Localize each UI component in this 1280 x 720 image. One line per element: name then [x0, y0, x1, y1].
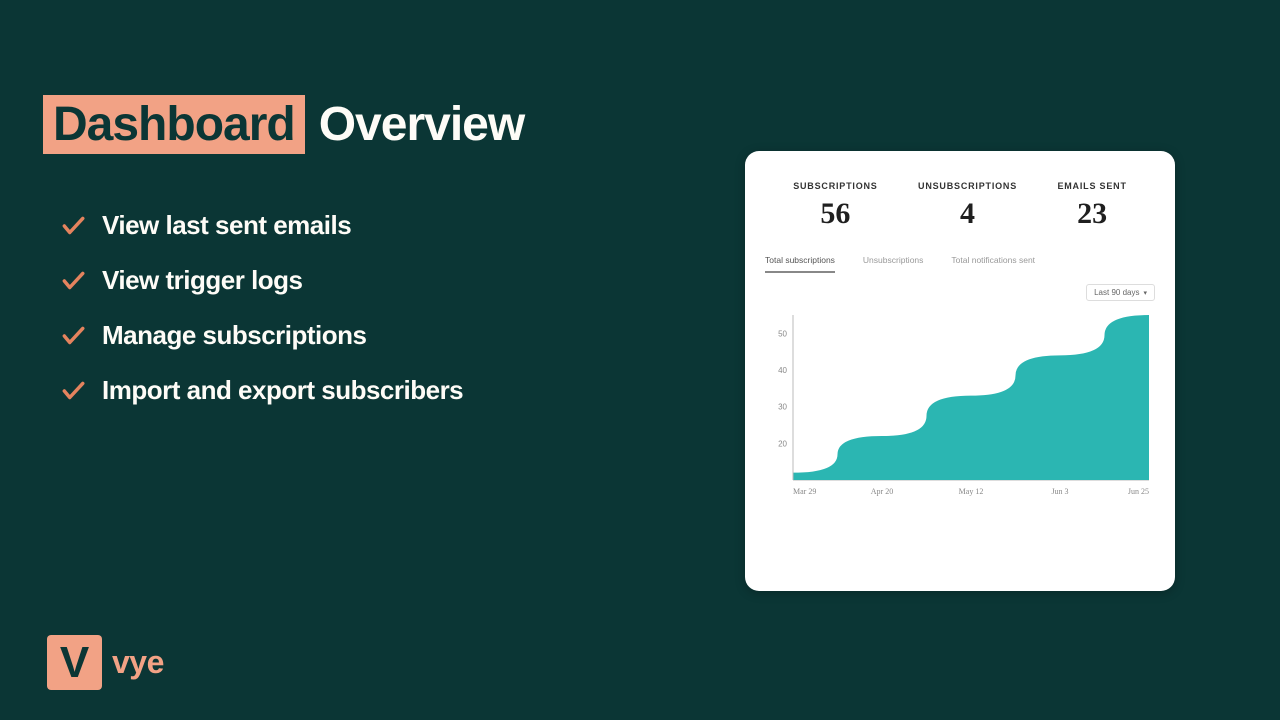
- area-chart-svg: 20 30 40 50 Mar 29 Apr 20 May 12 Jun 3 Jun 25: [765, 309, 1155, 504]
- svg-text:Jun 25: Jun 25: [1128, 487, 1149, 496]
- svg-text:20: 20: [778, 439, 787, 448]
- bullet-item: Manage subscriptions: [60, 320, 463, 351]
- bullet-item: View trigger logs: [60, 265, 463, 296]
- brand-logo: V vye: [47, 635, 164, 690]
- metric-label: EMAILS SENT: [1057, 181, 1126, 191]
- svg-text:Jun 3: Jun 3: [1051, 487, 1068, 496]
- range-row: Last 90 days ▾: [765, 284, 1155, 301]
- dashboard-card: SUBSCRIPTIONS 56 UNSUBSCRIPTIONS 4 EMAIL…: [745, 151, 1175, 591]
- tab-unsubscriptions[interactable]: Unsubscriptions: [863, 255, 923, 273]
- metric-subscriptions: SUBSCRIPTIONS 56: [793, 181, 877, 231]
- svg-text:30: 30: [778, 403, 787, 412]
- svg-text:Mar 29: Mar 29: [793, 487, 816, 496]
- svg-text:Apr 20: Apr 20: [871, 487, 893, 496]
- check-icon: [60, 378, 86, 404]
- tab-total-notifications[interactable]: Total notifications sent: [951, 255, 1035, 273]
- bullet-text: Import and export subscribers: [102, 375, 463, 406]
- metric-value: 4: [918, 197, 1017, 231]
- svg-text:May 12: May 12: [959, 487, 984, 496]
- bullet-item: Import and export subscribers: [60, 375, 463, 406]
- svg-text:40: 40: [778, 366, 787, 375]
- date-range-dropdown[interactable]: Last 90 days ▾: [1086, 284, 1155, 301]
- feature-bullets: View last sent emails View trigger logs …: [60, 210, 463, 406]
- metric-label: UNSUBSCRIPTIONS: [918, 181, 1017, 191]
- metric-value: 56: [793, 197, 877, 231]
- logo-text: vye: [112, 644, 164, 681]
- chevron-down-icon: ▾: [1143, 289, 1147, 297]
- logo-badge: V: [47, 635, 102, 690]
- title-rest: Overview: [319, 97, 524, 152]
- svg-text:50: 50: [778, 329, 787, 338]
- check-icon: [60, 268, 86, 294]
- check-icon: [60, 323, 86, 349]
- bullet-text: View last sent emails: [102, 210, 351, 241]
- metric-label: SUBSCRIPTIONS: [793, 181, 877, 191]
- metric-value: 23: [1057, 197, 1126, 231]
- subscriptions-chart: 20 30 40 50 Mar 29 Apr 20 May 12 Jun 3 Jun 25: [765, 309, 1155, 504]
- bullet-text: View trigger logs: [102, 265, 303, 296]
- check-icon: [60, 213, 86, 239]
- metric-unsubscriptions: UNSUBSCRIPTIONS 4: [918, 181, 1017, 231]
- date-range-label: Last 90 days: [1094, 288, 1139, 297]
- tab-total-subscriptions[interactable]: Total subscriptions: [765, 255, 835, 273]
- metrics-row: SUBSCRIPTIONS 56 UNSUBSCRIPTIONS 4 EMAIL…: [765, 173, 1155, 249]
- page-title: Dashboard Overview: [43, 95, 524, 154]
- bullet-item: View last sent emails: [60, 210, 463, 241]
- bullet-text: Manage subscriptions: [102, 320, 367, 351]
- chart-tabs: Total subscriptions Unsubscriptions Tota…: [765, 249, 1155, 274]
- metric-emails-sent: EMAILS SENT 23: [1057, 181, 1126, 231]
- title-highlight: Dashboard: [43, 95, 305, 154]
